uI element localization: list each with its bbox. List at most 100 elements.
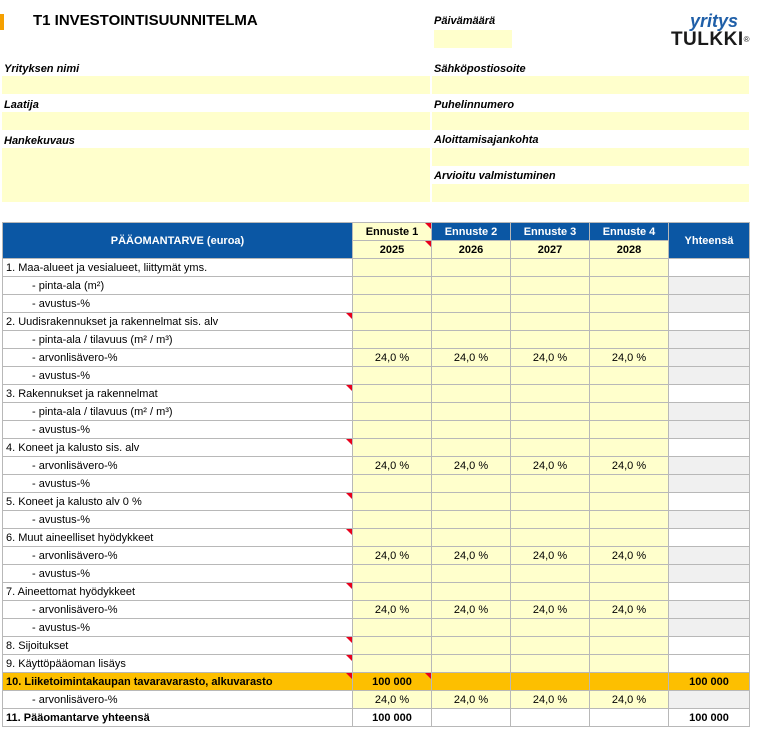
cell-ennuste-4[interactable]: [589, 510, 669, 529]
cell-ennuste-2[interactable]: [431, 528, 511, 547]
cell-ennuste-1[interactable]: [352, 276, 432, 295]
cell-ennuste-2[interactable]: [431, 636, 511, 655]
cell-ennuste-3[interactable]: [510, 420, 590, 439]
start-field[interactable]: [432, 148, 749, 166]
cell-ennuste-1[interactable]: [352, 312, 432, 331]
cell-ennuste-2[interactable]: [431, 402, 511, 421]
cell-ennuste-1[interactable]: [352, 654, 432, 673]
cell-ennuste-3[interactable]: [510, 492, 590, 511]
cell-ennuste-4[interactable]: [589, 366, 669, 385]
cell-ennuste-4[interactable]: [589, 312, 669, 331]
cell-ennuste-3[interactable]: [510, 528, 590, 547]
cell-ennuste-3[interactable]: [510, 618, 590, 637]
cell-ennuste-2[interactable]: [431, 672, 511, 691]
cell-ennuste-1[interactable]: [352, 420, 432, 439]
cell-ennuste-2[interactable]: [431, 564, 511, 583]
cell-ennuste-1[interactable]: [352, 528, 432, 547]
cell-ennuste-2[interactable]: [431, 294, 511, 313]
cell-ennuste-4[interactable]: [589, 528, 669, 547]
cell-ennuste-2[interactable]: [431, 582, 511, 601]
cell-ennuste-2[interactable]: 24,0 %: [431, 456, 511, 475]
cell-ennuste-3[interactable]: [510, 672, 590, 691]
cell-ennuste-4[interactable]: [589, 474, 669, 493]
cell-ennuste-1[interactable]: [352, 366, 432, 385]
preparer-field[interactable]: [2, 112, 430, 130]
cell-ennuste-1[interactable]: [352, 438, 432, 457]
project-field[interactable]: [2, 148, 430, 202]
cell-ennuste-4[interactable]: [589, 492, 669, 511]
cell-ennuste-2[interactable]: [431, 366, 511, 385]
cell-ennuste-3[interactable]: [510, 474, 590, 493]
cell-ennuste-4[interactable]: 24,0 %: [589, 546, 669, 565]
cell-ennuste-3[interactable]: [510, 366, 590, 385]
cell-ennuste-1[interactable]: 24,0 %: [352, 348, 432, 367]
cell-ennuste-1[interactable]: 24,0 %: [352, 546, 432, 565]
cell-ennuste-3[interactable]: [510, 294, 590, 313]
cell-ennuste-1[interactable]: [352, 510, 432, 529]
cell-ennuste-3[interactable]: [510, 384, 590, 403]
cell-ennuste-3[interactable]: [510, 654, 590, 673]
cell-ennuste-1[interactable]: [352, 384, 432, 403]
cell-ennuste-2[interactable]: [431, 258, 511, 277]
cell-ennuste-1[interactable]: 24,0 %: [352, 690, 432, 709]
cell-ennuste-2[interactable]: [431, 618, 511, 637]
cell-ennuste-4[interactable]: [589, 330, 669, 349]
completion-field[interactable]: [432, 184, 749, 202]
cell-ennuste-4[interactable]: [589, 564, 669, 583]
phone-field[interactable]: [432, 112, 749, 130]
cell-ennuste-2[interactable]: 24,0 %: [431, 690, 511, 709]
cell-ennuste-1[interactable]: 24,0 %: [352, 456, 432, 475]
cell-ennuste-3[interactable]: 24,0 %: [510, 690, 590, 709]
cell-ennuste-1[interactable]: 100 000: [352, 672, 432, 691]
cell-ennuste-3[interactable]: 24,0 %: [510, 546, 590, 565]
cell-ennuste-3[interactable]: 24,0 %: [510, 348, 590, 367]
cell-ennuste-1[interactable]: 24,0 %: [352, 600, 432, 619]
cell-ennuste-3[interactable]: [510, 510, 590, 529]
cell-ennuste-4[interactable]: [589, 258, 669, 277]
cell-ennuste-4[interactable]: [589, 672, 669, 691]
cell-ennuste-2[interactable]: [431, 510, 511, 529]
cell-ennuste-4[interactable]: [589, 294, 669, 313]
cell-ennuste-2[interactable]: [431, 312, 511, 331]
cell-ennuste-2[interactable]: [431, 384, 511, 403]
cell-ennuste-2[interactable]: 24,0 %: [431, 348, 511, 367]
cell-ennuste-2[interactable]: 24,0 %: [431, 600, 511, 619]
email-field[interactable]: [432, 76, 749, 94]
cell-ennuste-3[interactable]: [510, 258, 590, 277]
cell-ennuste-2[interactable]: [431, 492, 511, 511]
cell-ennuste-1[interactable]: [352, 294, 432, 313]
cell-ennuste-2[interactable]: [431, 276, 511, 295]
cell-ennuste-2[interactable]: [431, 330, 511, 349]
cell-ennuste-4[interactable]: [589, 618, 669, 637]
date-field[interactable]: [434, 30, 512, 48]
cell-ennuste-3[interactable]: [510, 330, 590, 349]
cell-ennuste-3[interactable]: 24,0 %: [510, 456, 590, 475]
cell-ennuste-4[interactable]: 24,0 %: [589, 348, 669, 367]
cell-ennuste-4[interactable]: [589, 438, 669, 457]
cell-ennuste-4[interactable]: [589, 420, 669, 439]
cell-ennuste-4[interactable]: [589, 402, 669, 421]
cell-ennuste-1[interactable]: [352, 492, 432, 511]
cell-ennuste-1[interactable]: [352, 330, 432, 349]
cell-ennuste-3[interactable]: 24,0 %: [510, 600, 590, 619]
cell-ennuste-1[interactable]: [352, 618, 432, 637]
cell-ennuste-1[interactable]: [352, 474, 432, 493]
company-field[interactable]: [2, 76, 430, 94]
cell-ennuste-4[interactable]: [589, 636, 669, 655]
cell-ennuste-4[interactable]: [589, 582, 669, 601]
cell-ennuste-3[interactable]: [510, 312, 590, 331]
cell-ennuste-1[interactable]: [352, 402, 432, 421]
cell-ennuste-2[interactable]: [431, 420, 511, 439]
cell-ennuste-4[interactable]: [589, 276, 669, 295]
cell-ennuste-3[interactable]: [510, 636, 590, 655]
cell-ennuste-1[interactable]: [352, 582, 432, 601]
cell-ennuste-3[interactable]: [510, 402, 590, 421]
cell-ennuste-3[interactable]: [510, 582, 590, 601]
cell-ennuste-4[interactable]: [589, 654, 669, 673]
cell-ennuste-1[interactable]: [352, 636, 432, 655]
cell-ennuste-4[interactable]: 24,0 %: [589, 456, 669, 475]
cell-ennuste-2[interactable]: [431, 438, 511, 457]
cell-ennuste-4[interactable]: [589, 384, 669, 403]
cell-ennuste-3[interactable]: [510, 276, 590, 295]
cell-ennuste-1[interactable]: [352, 564, 432, 583]
